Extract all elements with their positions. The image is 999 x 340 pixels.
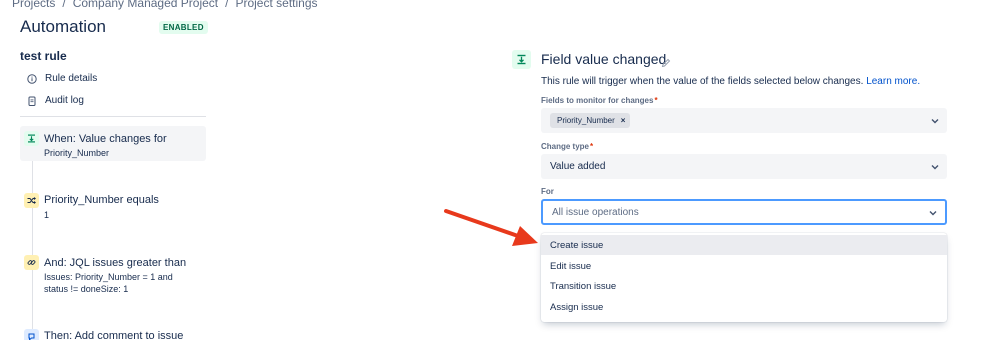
step-jql-condition[interactable]: And: JQL issues greater than Issues: Pri… [20, 253, 206, 295]
breadcrumb: Projects / Company Managed Project / Project… [12, 0, 318, 10]
for-label-text: For [541, 187, 554, 196]
info-icon [27, 73, 37, 84]
change-type-value: Value added [550, 161, 606, 172]
sidebar-divider [20, 116, 206, 117]
fields-label-text: Fields to monitor for changes [541, 96, 654, 105]
step-detail: Issues: Priority_Number = 1 and [44, 272, 173, 282]
chevron-down-icon [929, 114, 941, 126]
step-condition[interactable]: Priority_Number equals 1 [20, 191, 206, 221]
panel-description: This rule will trigger when the value of… [541, 76, 920, 87]
step-title: And: JQL issues greater than [44, 257, 187, 269]
step-detail: Priority_Number [44, 148, 110, 158]
breadcrumb-separator: / [62, 0, 66, 10]
required-marker: * [590, 142, 594, 151]
step-detail: 1 [44, 210, 50, 220]
trigger-icon [24, 131, 39, 146]
change-type-label: Change type* [541, 142, 593, 151]
for-placeholder: All issue operations [552, 207, 639, 218]
menu-item-assign-issue[interactable]: Assign issue [541, 297, 947, 317]
annotation-arrow-head [512, 226, 538, 246]
learn-more-link[interactable]: Learn more. [866, 76, 920, 87]
panel-title: Field value changed [541, 51, 667, 67]
condition-icon [24, 193, 39, 208]
field-tag: Priority_Number × [550, 113, 631, 128]
description-text: This rule will trigger when the value of… [541, 76, 864, 87]
field-tag-label: Priority_Number [557, 116, 615, 125]
for-label: For [541, 187, 554, 196]
link-icon [24, 255, 39, 270]
step-trigger[interactable]: When: Value changes for Priority_Number [20, 126, 206, 161]
status-badge: ENABLED [159, 21, 208, 34]
audit-log-link[interactable]: Audit log [27, 95, 84, 106]
step-title: When: Value changes for [44, 133, 167, 145]
menu-item-edit-issue[interactable]: Edit issue [541, 256, 947, 276]
fields-label: Fields to monitor for changes* [541, 96, 658, 105]
pencil-icon[interactable] [661, 55, 671, 68]
menu-item-create-issue[interactable]: Create issue [541, 235, 947, 255]
step-action[interactable]: Then: Add comment to issue [20, 327, 206, 340]
rule-details-label: Rule details [45, 73, 98, 84]
change-type-label-text: Change type [541, 142, 590, 151]
breadcrumb-projects[interactable]: Projects [12, 0, 55, 10]
page-title: Automation [20, 17, 106, 36]
required-marker: * [654, 96, 658, 105]
step-rail [32, 148, 33, 340]
step-title: Then: Add comment to issue [44, 330, 184, 340]
rule-name: test rule [20, 49, 67, 63]
for-dropdown-menu: Create issue Edit issue Transition issue… [541, 233, 947, 322]
annotation-arrow-shaft [444, 209, 520, 238]
step-title: Priority_Number equals [44, 194, 159, 206]
rule-details-link[interactable]: Rule details [27, 73, 97, 84]
menu-item-transition-issue[interactable]: Transition issue [541, 276, 947, 296]
for-select[interactable]: All issue operations [541, 199, 947, 225]
audit-log-label: Audit log [45, 95, 84, 106]
trigger-icon [512, 50, 531, 69]
breadcrumb-separator: / [225, 0, 229, 10]
clipboard-icon [27, 96, 37, 106]
change-type-select[interactable]: Value added [541, 154, 947, 179]
chevron-down-icon [927, 206, 939, 218]
action-icon [24, 329, 39, 340]
breadcrumb-project-settings[interactable]: Project settings [235, 0, 317, 10]
chevron-down-icon [929, 160, 941, 172]
step-detail: status != doneSize: 1 [44, 284, 129, 294]
fields-multiselect[interactable]: Priority_Number × [541, 108, 947, 133]
remove-tag-icon[interactable]: × [621, 116, 626, 125]
breadcrumb-project[interactable]: Company Managed Project [73, 0, 218, 10]
